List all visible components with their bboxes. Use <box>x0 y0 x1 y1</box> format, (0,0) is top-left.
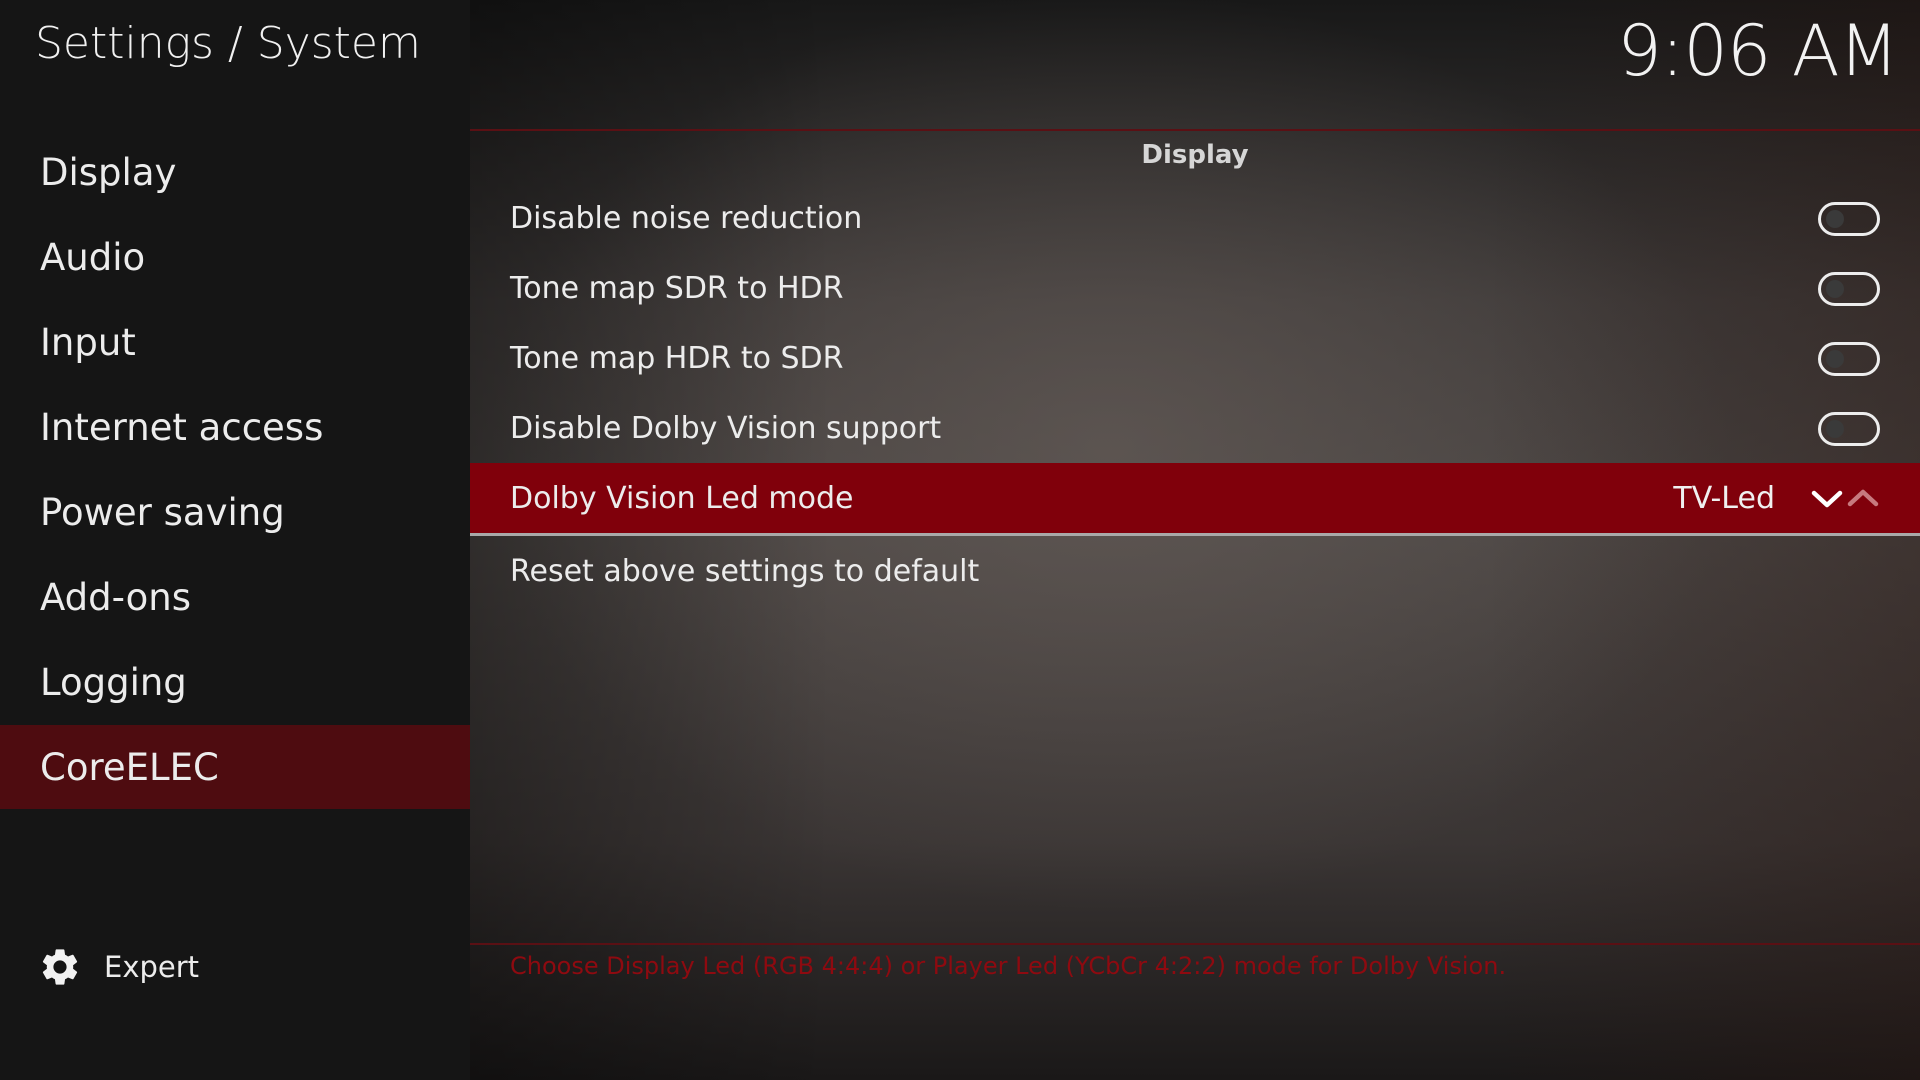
sidebar-item-internet-access[interactable]: Internet access <box>0 385 470 469</box>
toggle-knob <box>1826 280 1844 298</box>
setting-tone-map-hdr-to-sdr[interactable]: Tone map HDR to SDR <box>470 323 1920 393</box>
toggle-knob <box>1826 350 1844 368</box>
expert-label: Expert <box>104 950 200 984</box>
setting-disable-noise-reduction[interactable]: Disable noise reduction <box>470 183 1920 253</box>
setting-label: Disable noise reduction <box>510 200 863 236</box>
sidebar-item-label: Power saving <box>40 490 285 534</box>
sidebar-item-label: CoreELEC <box>40 745 219 789</box>
sidebar-item-label: Logging <box>40 660 187 704</box>
setting-label: Reset above settings to default <box>510 553 980 589</box>
sidebar-item-label: Add-ons <box>40 575 192 619</box>
setting-label: Tone map HDR to SDR <box>510 340 844 376</box>
toggle-switch[interactable] <box>1818 202 1880 236</box>
toggle-switch[interactable] <box>1818 272 1880 306</box>
gear-icon <box>42 949 78 985</box>
setting-dolby-vision-led-mode[interactable]: Dolby Vision Led mode TV-Led <box>470 463 1920 536</box>
section-title: Display <box>1141 140 1249 170</box>
page-title: Settings / System <box>35 18 421 69</box>
sidebar: Settings / System Display Audio Input In… <box>0 0 470 1080</box>
sidebar-item-power-saving[interactable]: Power saving <box>0 470 470 554</box>
sidebar-item-label: Display <box>40 150 177 194</box>
sidebar-item-audio[interactable]: Audio <box>0 215 470 299</box>
sidebar-item-input[interactable]: Input <box>0 300 470 384</box>
sidebar-item-display[interactable]: Display <box>0 130 470 214</box>
divider <box>470 943 1920 945</box>
chevron-down-icon[interactable] <box>1810 486 1844 510</box>
settings-panel: 9:06 AM Display Disable noise reduction … <box>470 0 1920 1080</box>
setting-disable-dolby-vision-support[interactable]: Disable Dolby Vision support <box>470 393 1920 463</box>
setting-reset-to-default[interactable]: Reset above settings to default <box>470 536 1920 606</box>
toggle-switch[interactable] <box>1818 412 1880 446</box>
setting-label: Disable Dolby Vision support <box>510 410 942 446</box>
setting-tone-map-sdr-to-hdr[interactable]: Tone map SDR to HDR <box>470 253 1920 323</box>
toggle-knob <box>1826 210 1844 228</box>
chevron-up-icon[interactable] <box>1846 486 1880 510</box>
sidebar-item-label: Audio <box>40 235 146 279</box>
setting-label: Tone map SDR to HDR <box>510 270 844 306</box>
sidebar-item-logging[interactable]: Logging <box>0 640 470 724</box>
sidebar-item-label: Internet access <box>40 405 324 449</box>
toggle-knob <box>1826 420 1844 438</box>
setting-label: Dolby Vision Led mode <box>510 480 854 516</box>
toggle-switch[interactable] <box>1818 342 1880 376</box>
setting-value: TV-Led <box>1673 480 1775 516</box>
expert-level-button[interactable]: Expert <box>38 942 199 992</box>
sidebar-item-coreelec[interactable]: CoreELEC <box>0 725 470 809</box>
divider <box>470 129 1920 131</box>
clock: 9:06 AM <box>1617 10 1899 92</box>
help-text: Choose Display Led (RGB 4:4:4) or Player… <box>510 952 1507 980</box>
sidebar-item-add-ons[interactable]: Add-ons <box>0 555 470 639</box>
sidebar-item-label: Input <box>40 320 136 364</box>
spinner-control[interactable] <box>1810 486 1880 510</box>
